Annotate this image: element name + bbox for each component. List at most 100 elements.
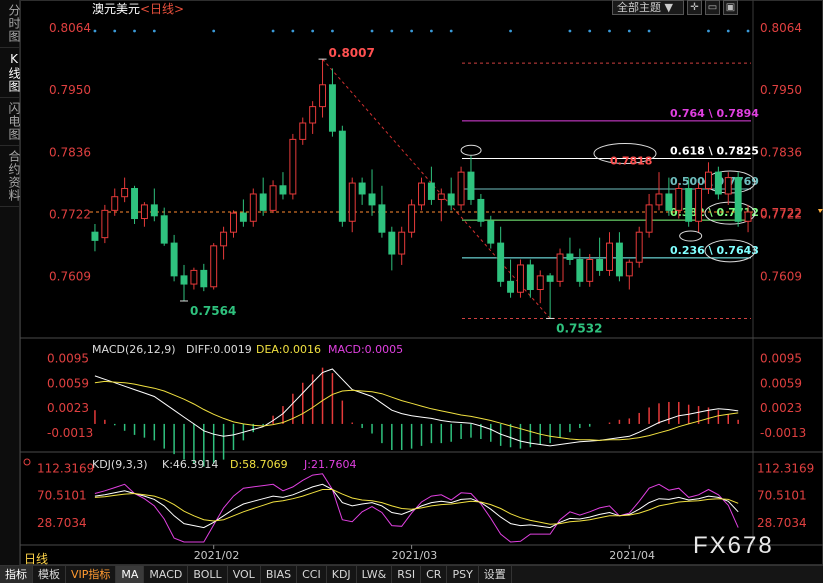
candle-body bbox=[536, 275, 544, 291]
candle-body bbox=[437, 193, 445, 200]
tab-lw[interactable]: LW& bbox=[357, 566, 393, 583]
macd-diff-line bbox=[94, 368, 739, 447]
tab-ma[interactable]: MA bbox=[116, 566, 145, 583]
candle-body bbox=[516, 264, 524, 293]
theme-select[interactable]: 全部主题 ▼ bbox=[612, 0, 684, 15]
candle-body bbox=[131, 188, 138, 220]
signal-dot bbox=[331, 29, 334, 33]
signal-dot bbox=[568, 29, 572, 33]
price-tick-right: 0.8064 bbox=[760, 21, 802, 35]
signal-dot bbox=[311, 29, 315, 33]
fib-level-label: 0.236 \ 0.7643 bbox=[670, 244, 759, 257]
crosshair-icon[interactable]: ✛ bbox=[687, 0, 702, 15]
signal-dot bbox=[588, 29, 592, 33]
candle-body bbox=[655, 193, 663, 206]
candle-body bbox=[299, 122, 307, 140]
kdj-d-label: D:58.7069 bbox=[230, 458, 288, 471]
tab-rsi[interactable]: RSI bbox=[392, 566, 422, 583]
candle-body bbox=[734, 177, 742, 222]
sidebar-item-contract-info[interactable]: 合约资料 bbox=[0, 146, 21, 207]
candle-body bbox=[259, 193, 267, 211]
chevron-down-icon: ▼ bbox=[664, 1, 673, 14]
signal-dot bbox=[152, 29, 156, 33]
price-tick-left: 0.7609 bbox=[49, 269, 91, 283]
kdj-label: KDJ(9,3,3) bbox=[92, 458, 148, 471]
top-right-controls: 全部主题 ▼ ✛ ▭ ▣ bbox=[612, 0, 738, 16]
tab-psy[interactable]: PSY bbox=[447, 566, 479, 583]
candle-body bbox=[675, 188, 683, 211]
candle-body bbox=[368, 193, 376, 206]
macd-label: MACD(26,12,9) bbox=[92, 343, 176, 356]
candle-body bbox=[635, 231, 643, 263]
candle-body bbox=[427, 182, 435, 200]
tab-cci[interactable]: CCI bbox=[297, 566, 327, 583]
candle-body bbox=[190, 269, 198, 285]
signal-dot bbox=[509, 29, 512, 33]
kdj-j-label: J:21.7604 bbox=[303, 458, 356, 471]
kdj-tick-right: 112.3169 bbox=[757, 461, 814, 475]
candle-body bbox=[239, 212, 247, 222]
macd-value-label: MACD:0.0005 bbox=[328, 343, 403, 356]
tab-settings[interactable]: 设置 bbox=[479, 566, 512, 583]
candle-body bbox=[497, 242, 505, 282]
signal-dot bbox=[271, 29, 275, 33]
macd-diff-label: DIFF:0.0019 bbox=[186, 343, 252, 356]
candle-body bbox=[279, 185, 287, 195]
tab-bias[interactable]: BIAS bbox=[261, 566, 298, 583]
candle-body bbox=[398, 231, 406, 255]
chart-frame bbox=[20, 0, 823, 565]
x-tick-label: 2021/04 bbox=[609, 549, 655, 562]
price-tick-left: 0.7722 bbox=[49, 208, 91, 222]
candle-body bbox=[328, 84, 336, 132]
sidebar-item-flash[interactable]: 闪电图 bbox=[0, 98, 21, 146]
left-sidebar: 分时图 K线图 闪电图 合约资料 bbox=[0, 0, 21, 565]
candle-body bbox=[319, 84, 327, 108]
signal-dot bbox=[707, 29, 710, 33]
candle-body bbox=[338, 130, 346, 222]
tab-kdj[interactable]: KDJ bbox=[327, 566, 357, 583]
candle-body bbox=[625, 261, 633, 277]
candle-body bbox=[724, 177, 732, 195]
candle-body bbox=[566, 253, 574, 260]
tab-indicator[interactable]: 指标 bbox=[0, 566, 33, 583]
signal-dot bbox=[429, 29, 433, 33]
tab-template[interactable]: 模板 bbox=[33, 566, 66, 583]
candle-body bbox=[447, 193, 455, 206]
window-icon[interactable]: ▭ bbox=[705, 0, 720, 15]
signal-dot bbox=[647, 29, 651, 33]
price-tick-right: 0.7836 bbox=[760, 145, 802, 159]
candle-body bbox=[388, 231, 396, 255]
price-tick-left: 0.7836 bbox=[49, 145, 91, 159]
candle-body bbox=[615, 242, 623, 277]
candle-body bbox=[150, 204, 158, 217]
sidebar-item-kline[interactable]: K线图 bbox=[0, 48, 21, 98]
candle-body bbox=[378, 204, 386, 233]
candle-body bbox=[645, 204, 653, 233]
tab-boll[interactable]: BOLL bbox=[188, 566, 228, 583]
candle-body bbox=[91, 231, 99, 241]
tab-vol[interactable]: VOL bbox=[228, 566, 261, 583]
sidebar-item-timeshare[interactable]: 分时图 bbox=[0, 0, 21, 48]
tab-macd[interactable]: MACD bbox=[144, 566, 189, 583]
price-tick-right: 0.7609 bbox=[760, 269, 802, 283]
watermark: FX678 bbox=[693, 532, 774, 559]
macd-dea-label: DEA:0.0016 bbox=[256, 343, 321, 356]
current-price-label: 0.7722 bbox=[760, 206, 802, 220]
signal-dot bbox=[726, 29, 730, 33]
candle-body bbox=[596, 258, 604, 271]
candle-body bbox=[526, 264, 534, 291]
chart-canvas[interactable]: 澳元美元 <日线>0.8064 0.80640.7950 0.79500.7836 0.… bbox=[20, 0, 823, 565]
price-callout: 0.7818 bbox=[610, 154, 652, 167]
indicator-toolbar: 指标 模板 VIP指标 MA MACD BOLL VOL BIAS CCI KD… bbox=[0, 565, 823, 583]
tab-vip-indicator[interactable]: VIP指标 bbox=[66, 566, 117, 583]
tab-cr[interactable]: CR bbox=[421, 566, 448, 583]
signal-dot bbox=[291, 29, 295, 33]
restore-icon[interactable]: ▣ bbox=[723, 0, 738, 15]
signal-dot bbox=[133, 29, 136, 33]
candle-body bbox=[210, 245, 218, 288]
signal-dot bbox=[370, 29, 374, 33]
candle-body bbox=[358, 182, 366, 195]
macd-tick-left: 0.0023 bbox=[47, 401, 89, 415]
candle-body bbox=[556, 253, 564, 282]
candle-body bbox=[665, 193, 673, 211]
